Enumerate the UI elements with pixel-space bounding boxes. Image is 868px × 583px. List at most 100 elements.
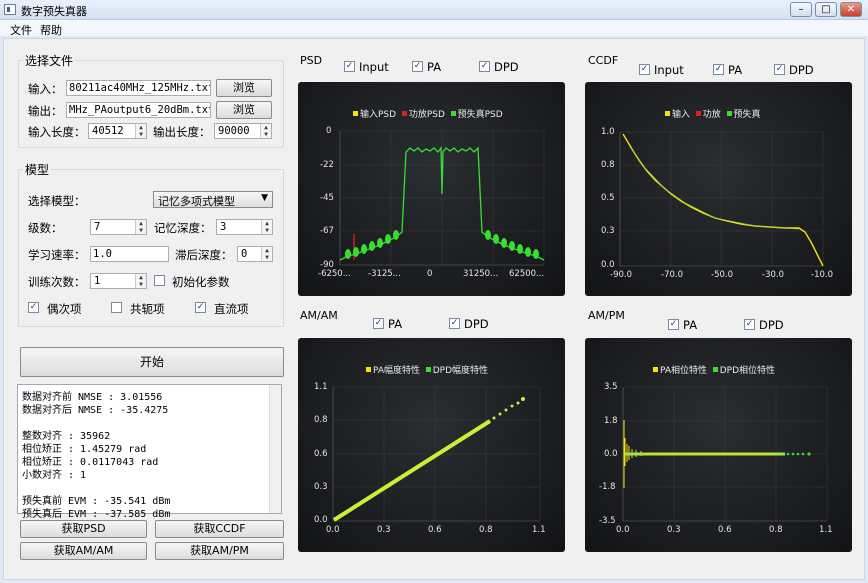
start-button[interactable]: 开始 [20, 347, 284, 377]
get-ccdf-button[interactable]: 获取CCDF [155, 520, 284, 538]
ampm-pa-label: PA [683, 318, 698, 332]
ccdf-pa-checkbox[interactable]: ✓ [713, 64, 724, 75]
psd-chart: 输入PSD 功放PSD 预失真PSD 0 -22 -45 -67 -90 -62… [298, 82, 565, 296]
output-file-label: 输出： [28, 104, 63, 118]
model-select-value: 记忆多项式模型 [158, 195, 235, 208]
order-label: 级数： [28, 221, 63, 235]
psd-xtick: 0 [427, 269, 433, 279]
browse-input-button[interactable]: 浏览 [216, 79, 272, 97]
even-terms-label: 偶次项 [47, 302, 82, 316]
ccdf-input-label: Input [654, 63, 684, 77]
ampm-pa-checkbox[interactable]: ✓ [668, 319, 679, 330]
model-select[interactable]: 记忆多项式模型 ▼ [153, 191, 273, 208]
ccdf-ytick: 0.5 [601, 193, 615, 203]
input-file-label: 输入： [28, 82, 63, 96]
ccdf-xtick: -50.0 [711, 270, 733, 280]
close-button[interactable]: ✕ [840, 2, 862, 17]
amam-xtick: 0.0 [326, 525, 340, 535]
title-bar [0, 0, 868, 20]
ampm-xtick: 0.6 [718, 525, 732, 535]
ampm-ytick: -1.8 [599, 482, 616, 492]
psd-xtick: 62500... [509, 269, 545, 279]
lag-depth-value: 0 [241, 248, 248, 260]
amam-chart: PA幅度特性 DPD幅度特性 1.1 0.8 0.6 0.3 0.0 0.0 0… [298, 338, 565, 552]
input-length-spinbox[interactable]: 40512 ▲ ▼ [88, 123, 147, 139]
ccdf-ytick: 0.8 [601, 160, 615, 170]
chevron-down-icon: ▼ [261, 193, 268, 203]
even-terms-checkbox[interactable]: ✓ [28, 302, 39, 313]
ampm-section-title: AM/PM [588, 309, 625, 322]
memory-depth-label: 记忆深度： [154, 221, 212, 235]
maximize-button[interactable]: □ [815, 2, 837, 17]
ampm-ytick: 0.0 [604, 449, 618, 459]
file-group-title: 选择文件 [25, 54, 74, 68]
get-psd-button[interactable]: 获取PSD [20, 520, 147, 538]
output-length-spinbox[interactable]: 90000 ▲ ▼ [214, 123, 272, 139]
ccdf-ytick: 0.3 [601, 226, 615, 236]
get-ampm-button[interactable]: 获取AM/PM [155, 542, 284, 560]
log-line: 数据对齐后 NMSE : -35.4275 [22, 405, 169, 416]
psd-dpd-checkbox[interactable]: ✓ [479, 61, 490, 72]
amam-pa-checkbox[interactable]: ✓ [373, 318, 384, 329]
conjugate-terms-checkbox[interactable] [111, 302, 122, 313]
amam-dpd-checkbox[interactable]: ✓ [449, 318, 460, 329]
psd-pa-checkbox[interactable]: ✓ [412, 61, 423, 72]
train-count-value: 1 [94, 275, 101, 287]
amam-dpd-label: DPD [464, 317, 489, 331]
ccdf-xtick: -70.0 [661, 270, 683, 280]
psd-input-checkbox[interactable]: ✓ [344, 61, 355, 72]
psd-input-label: Input [359, 60, 389, 74]
get-amam-button[interactable]: 获取AM/AM [20, 542, 147, 560]
ccdf-dpd-checkbox[interactable]: ✓ [774, 64, 785, 75]
amam-xtick: 1.1 [532, 525, 546, 535]
log-scrollbar[interactable] [269, 385, 281, 513]
amam-ytick: 0.0 [314, 515, 328, 525]
ampm-chart: PA相位特性 DPD相位特性 3.5 1.8 0.0 -1.8 -3.5 0.0… [585, 338, 852, 552]
ampm-xtick: 1.1 [819, 525, 833, 535]
memory-depth-value: 3 [220, 221, 227, 233]
ampm-xtick: 0.0 [616, 525, 630, 535]
menu-help[interactable]: 帮助 [40, 22, 62, 38]
browse-output-button[interactable]: 浏览 [216, 101, 272, 119]
input-length-label: 输入长度： [28, 125, 86, 139]
learning-rate-field[interactable]: 1.0 [90, 246, 169, 262]
window-title: 数字预失真器 [21, 5, 87, 18]
ccdf-dpd-label: DPD [789, 63, 814, 77]
minimize-button[interactable]: – [790, 2, 812, 17]
psd-dpd-label: DPD [494, 60, 519, 74]
ampm-xtick: 0.3 [667, 525, 681, 535]
conjugate-terms-label: 共轭项 [130, 302, 165, 316]
psd-xtick: 31250... [463, 269, 499, 279]
lag-depth-label: 滞后深度： [175, 248, 233, 262]
psd-section-title: PSD [300, 54, 323, 67]
ccdf-input-checkbox[interactable]: ✓ [639, 64, 650, 75]
ccdf-ytick: 1.0 [601, 127, 615, 137]
init-params-checkbox[interactable] [154, 275, 165, 286]
amam-ytick: 0.6 [314, 449, 328, 459]
menu-file[interactable]: 文件 [10, 22, 32, 38]
amam-xtick: 0.3 [377, 525, 391, 535]
init-params-label: 初始化参数 [172, 275, 230, 289]
amam-xtick: 0.6 [428, 525, 442, 535]
ampm-dpd-checkbox[interactable]: ✓ [744, 319, 755, 330]
memory-depth-spinbox[interactable]: 3 ▲ ▼ [216, 219, 273, 235]
amam-ytick: 0.3 [314, 482, 328, 492]
psd-pa-label: PA [427, 60, 442, 74]
ccdf-xtick: -30.0 [762, 270, 784, 280]
ccdf-section-title: CCDF [588, 54, 619, 67]
ccdf-xtick: -90.0 [610, 270, 632, 280]
output-file-field[interactable]: MHz_PAoutput6_20dBm.txt [66, 102, 211, 118]
input-file-field[interactable]: 80211ac40MHz_125MHz.txt [66, 80, 211, 96]
psd-ytick: -67 [320, 226, 334, 236]
psd-ytick: -45 [320, 193, 334, 203]
ampm-ytick: 3.5 [604, 382, 618, 392]
ccdf-pa-label: PA [728, 63, 743, 77]
output-length-label: 输出长度： [153, 125, 211, 139]
dc-term-checkbox[interactable]: ✓ [195, 302, 206, 313]
amam-section-title: AM/AM [300, 309, 338, 322]
lag-depth-spinbox[interactable]: 0 ▲ ▼ [237, 246, 273, 262]
psd-ytick: -22 [320, 160, 334, 170]
psd-xtick: -6250... [318, 269, 351, 279]
train-count-spinbox[interactable]: 1 ▲ ▼ [90, 273, 147, 289]
order-spinbox[interactable]: 7 ▲ ▼ [90, 219, 147, 235]
